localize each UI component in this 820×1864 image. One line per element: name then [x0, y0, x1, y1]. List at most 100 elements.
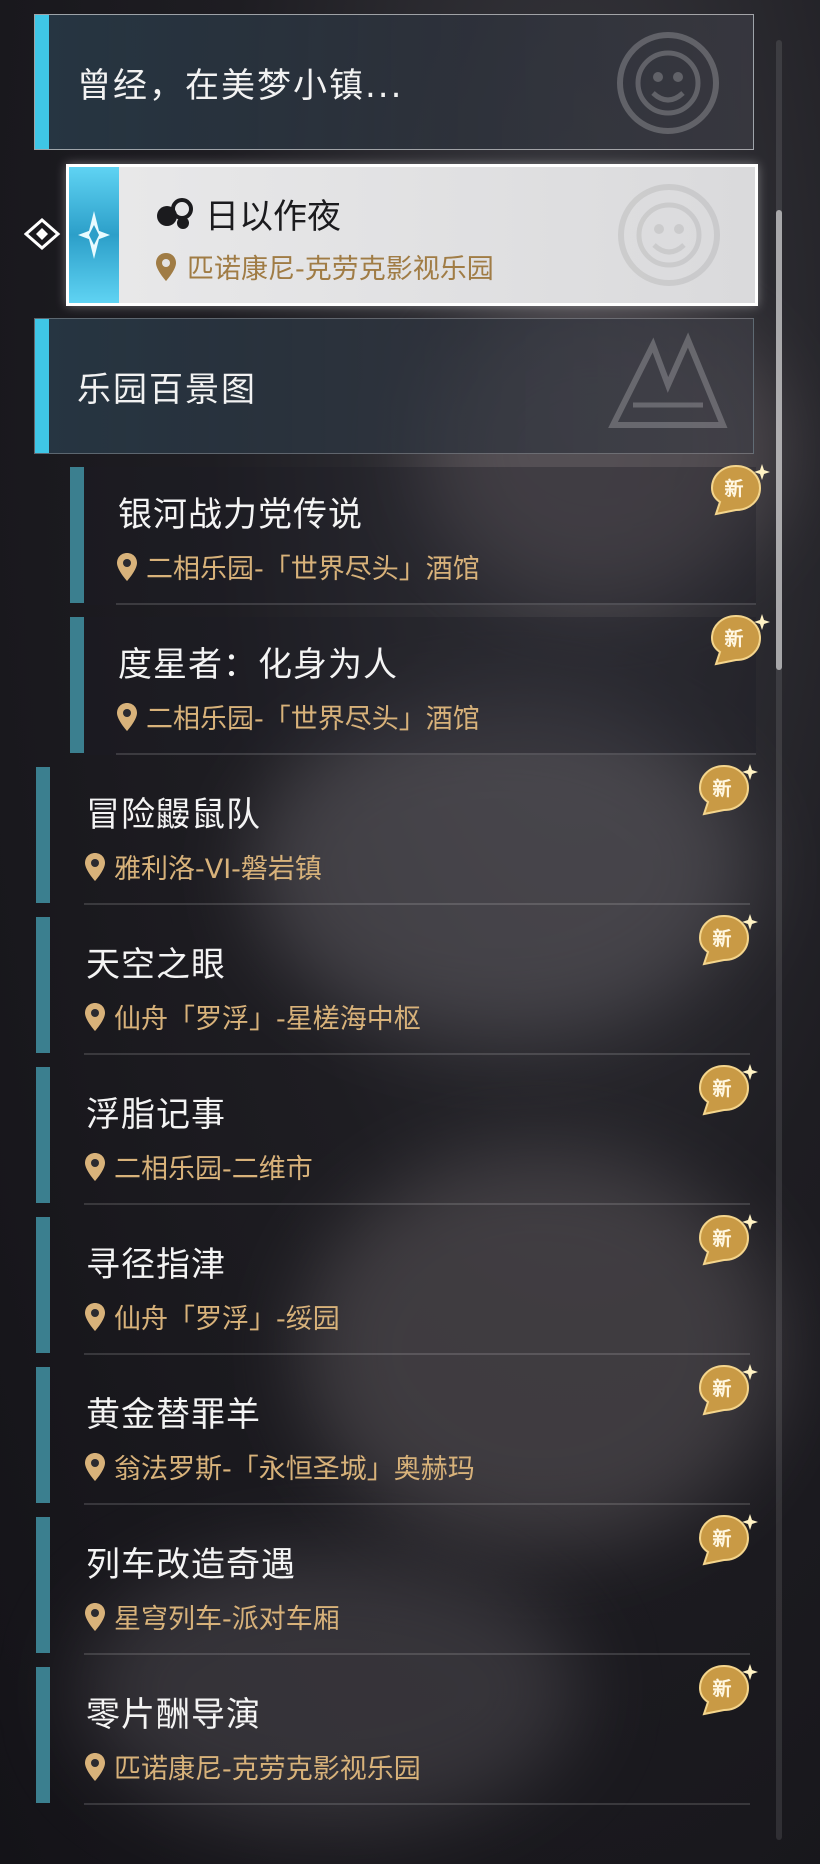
location-pin-icon [85, 852, 105, 881]
quest-location: 星穹列车-派对车厢 [114, 1604, 340, 1635]
quest-accent-bar [36, 917, 50, 1053]
quest-item[interactable]: 度星者：化身为人 二相乐园-「世界尽头」酒馆 [70, 617, 756, 755]
quest-item[interactable]: 浮脂记事 二相乐园-二维市 [36, 1067, 750, 1205]
selected-quest-title: 日以作夜 [205, 197, 341, 237]
location-pin-icon [156, 252, 176, 281]
quest-group-header[interactable]: 曾经，在美梦小镇... [34, 14, 754, 150]
quest-title: 零片酬导演 [86, 1695, 261, 1735]
quest-title: 冒险鼹鼠队 [86, 795, 261, 835]
selected-quest-location-row: 匹诺康尼-克劳克影视乐园 [155, 247, 494, 286]
divider [84, 1053, 750, 1055]
divider [84, 1653, 750, 1655]
quest-location-row: 二相乐园-「世界尽头」酒馆 [116, 547, 480, 586]
location-pin-icon [117, 702, 137, 731]
selected-tab [69, 167, 119, 303]
quest-accent-bar [36, 1067, 50, 1203]
group-title: 乐园百景图 [77, 369, 257, 410]
quest-accent-bar [36, 1517, 50, 1653]
quest-location: 二相乐园-「世界尽头」酒馆 [146, 704, 480, 735]
quest-location: 二相乐园-二维市 [114, 1154, 313, 1185]
new-badge: 新 [696, 1212, 758, 1268]
location-pin-icon [117, 552, 137, 581]
quest-accent-bar [36, 767, 50, 903]
selected-quest-title-row: 日以作夜 [155, 189, 341, 238]
quest-location-row: 翁法罗斯-「永恒圣城」奥赫玛 [84, 1447, 475, 1486]
quest-title: 银河战力党传说 [118, 495, 363, 535]
new-badge-label: 新 [712, 1678, 732, 1700]
quest-location: 翁法罗斯-「永恒圣城」奥赫玛 [114, 1454, 475, 1485]
emblem-icon [618, 184, 720, 286]
new-badge: 新 [696, 762, 758, 818]
quest-accent-bar [36, 1667, 50, 1803]
quest-group-header[interactable]: 乐园百景图 [34, 318, 754, 454]
location-pin-icon [85, 1752, 105, 1781]
new-badge-label: 新 [724, 628, 744, 650]
scrollbar-thumb[interactable] [776, 210, 782, 670]
new-badge-label: 新 [712, 1528, 732, 1550]
location-pin-icon [85, 1152, 105, 1181]
diamond-star-icon [78, 211, 110, 259]
quest-item[interactable]: 冒险鼹鼠队 雅利洛-VI-磐岩镇 [36, 767, 750, 905]
quest-accent-bar [36, 1367, 50, 1503]
quest-location-row: 二相乐园-「世界尽头」酒馆 [116, 697, 480, 736]
quest-location-row: 星穹列车-派对车厢 [84, 1597, 340, 1636]
quest-title: 天空之眼 [86, 945, 226, 985]
quest-title: 度星者：化身为人 [118, 645, 398, 685]
new-badge-label: 新 [712, 1228, 732, 1250]
new-badge: 新 [696, 912, 758, 968]
new-badge: 新 [696, 1362, 758, 1418]
group-accent-bar [35, 15, 49, 149]
location-pin-icon [85, 1452, 105, 1481]
quest-location: 仙舟「罗浮」-星槎海中枢 [114, 1004, 421, 1035]
new-badge: 新 [708, 612, 770, 668]
quest-location-row: 二相乐园-二维市 [84, 1147, 313, 1186]
quest-type-icon [157, 197, 193, 229]
quest-item[interactable]: 天空之眼 仙舟「罗浮」-星槎海中枢 [36, 917, 750, 1055]
divider [84, 1803, 750, 1805]
quest-item[interactable]: 列车改造奇遇 星穹列车-派对车厢 [36, 1517, 750, 1655]
divider [84, 1203, 750, 1205]
quest-location-row: 仙舟「罗浮」-星槎海中枢 [84, 997, 421, 1036]
quest-title: 寻径指津 [86, 1245, 226, 1285]
quest-accent-bar [36, 1217, 50, 1353]
quest-title: 黄金替罪羊 [86, 1395, 261, 1435]
selected-quest-location: 匹诺康尼-克劳克影视乐园 [187, 254, 494, 285]
quest-location-row: 仙舟「罗浮」-绥园 [84, 1297, 340, 1336]
quest-location: 二相乐园-「世界尽头」酒馆 [146, 554, 480, 585]
quest-item[interactable]: 银河战力党传说 二相乐园-「世界尽头」酒馆 [70, 467, 756, 605]
divider [84, 903, 750, 905]
divider [116, 753, 756, 755]
divider [84, 1353, 750, 1355]
quest-accent-bar [70, 617, 84, 753]
new-badge: 新 [708, 462, 770, 518]
quest-location: 匹诺康尼-克劳克影视乐园 [114, 1754, 421, 1785]
selection-pointer-icon [24, 218, 61, 250]
quest-location: 仙舟「罗浮」-绥园 [114, 1304, 340, 1335]
quest-item[interactable]: 寻径指津 仙舟「罗浮」-绥园 [36, 1217, 750, 1355]
quest-item[interactable]: 零片酬导演 匹诺康尼-克劳克影视乐园 [36, 1667, 750, 1805]
emblem-icon [617, 32, 719, 134]
group-accent-bar [35, 319, 49, 453]
new-badge-label: 新 [712, 778, 732, 800]
new-badge-label: 新 [712, 1078, 732, 1100]
new-badge-label: 新 [712, 1378, 732, 1400]
location-pin-icon [85, 1602, 105, 1631]
location-pin-icon [85, 1002, 105, 1031]
quest-title: 浮脂记事 [86, 1095, 226, 1135]
new-badge-label: 新 [724, 478, 744, 500]
quest-location: 雅利洛-VI-磐岩镇 [114, 854, 322, 885]
quest-location-row: 匹诺康尼-克劳克影视乐园 [84, 1747, 421, 1786]
new-badge: 新 [696, 1512, 758, 1568]
new-badge: 新 [696, 1062, 758, 1118]
new-badge-label: 新 [712, 928, 732, 950]
location-pin-icon [85, 1302, 105, 1331]
quest-location-row: 雅利洛-VI-磐岩镇 [84, 847, 322, 886]
quest-accent-bar [70, 467, 84, 603]
group-title: 曾经，在美梦小镇... [77, 65, 404, 106]
selected-quest-item[interactable]: 日以作夜 匹诺康尼-克劳克影视乐园 [66, 164, 758, 306]
divider [84, 1503, 750, 1505]
quest-item[interactable]: 黄金替罪羊 翁法罗斯-「永恒圣城」奥赫玛 [36, 1367, 750, 1505]
divider [116, 603, 756, 605]
quest-title: 列车改造奇遇 [86, 1545, 296, 1585]
emblem-icon [608, 332, 728, 428]
